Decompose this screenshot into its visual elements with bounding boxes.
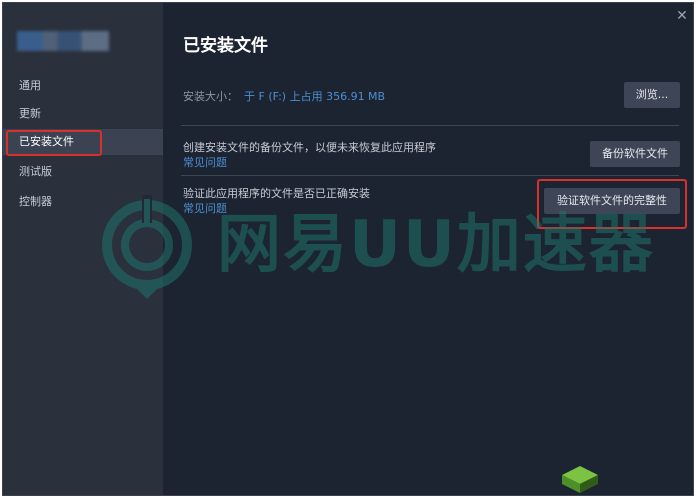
divider	[181, 125, 679, 126]
backup-description: 创建安装文件的备份文件，以便未来恢复此应用程序	[183, 141, 436, 154]
install-size-value: 于 F (F:) 上占用 356.91 MB	[244, 90, 386, 103]
highlight-box-installed-files	[6, 130, 102, 156]
sidebar-item-updates[interactable]: 更新	[3, 101, 163, 127]
install-size-label: 安装大小：	[183, 90, 238, 103]
sidebar-item-controller[interactable]: 控制器	[3, 189, 163, 215]
install-size-row: 安装大小： 于 F (F:) 上占用 356.91 MB	[183, 88, 385, 104]
backup-faq-link[interactable]: 常见问题	[183, 154, 227, 170]
verify-description: 验证此应用程序的文件是否已正确安装	[183, 187, 370, 200]
verify-faq-link[interactable]: 常见问题	[183, 200, 227, 216]
divider	[181, 175, 679, 176]
page-title: 已安装文件	[183, 36, 268, 56]
backup-files-button[interactable]: 备份软件文件	[590, 141, 680, 167]
browse-button[interactable]: 浏览...	[624, 82, 680, 108]
sidebar: 通用 更新 已安装文件 测试版 控制器	[3, 3, 163, 495]
close-icon[interactable]: ✕	[674, 8, 690, 24]
sidebar-item-general[interactable]: 通用	[3, 73, 163, 99]
highlight-box-verify-button	[537, 179, 687, 229]
app-logo	[17, 31, 109, 51]
sidebar-item-betas[interactable]: 测试版	[3, 159, 163, 185]
settings-window: 通用 更新 已安装文件 测试版 控制器 ✕ 已安装文件 安装大小： 于 F (F:…	[2, 2, 694, 496]
